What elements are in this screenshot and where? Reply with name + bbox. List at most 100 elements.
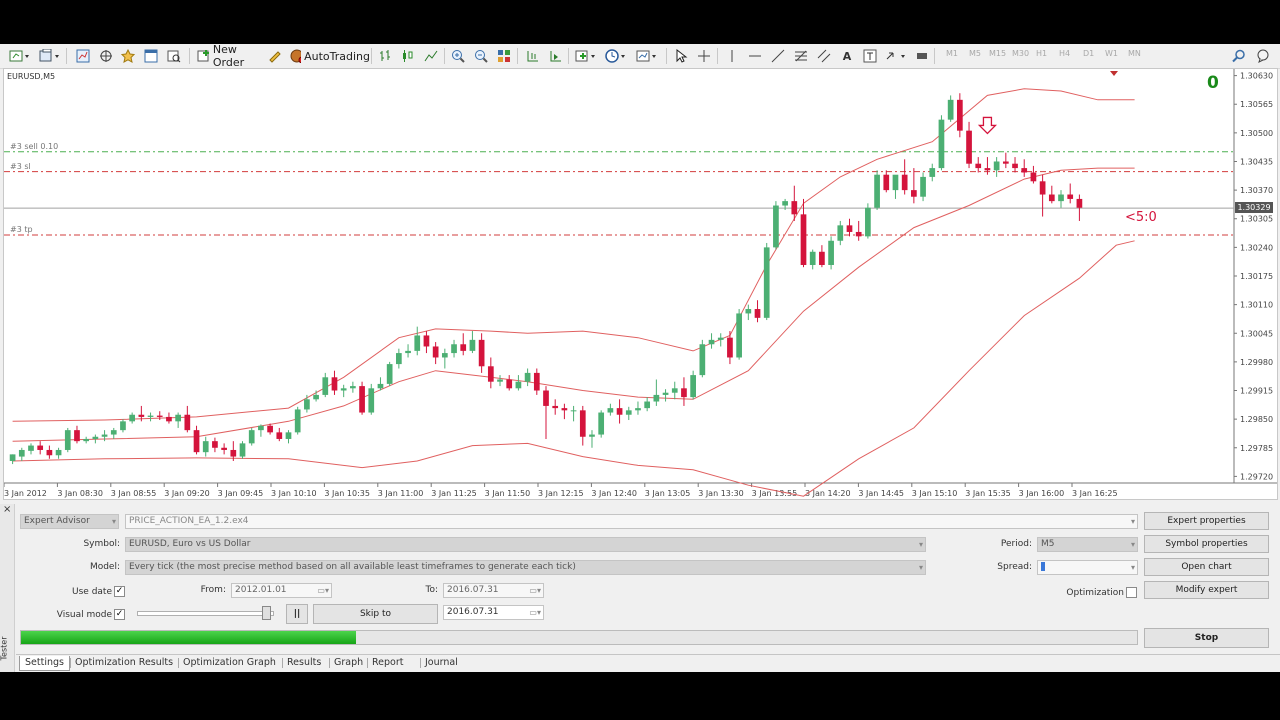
timeframe-d1[interactable]: D1 [1083, 49, 1094, 58]
tab-optimization-results[interactable]: Optimization Results [75, 656, 173, 670]
metaeditor-icon[interactable] [267, 47, 283, 65]
timeframe-h4[interactable]: H4 [1059, 49, 1070, 58]
candlestick-icon[interactable] [400, 47, 416, 65]
to-date-field[interactable]: 2016.07.31 ▭▾ [443, 583, 544, 598]
tab-results[interactable]: Results [287, 656, 321, 670]
slider-handle[interactable] [262, 606, 271, 620]
autotrading-button[interactable]: AutoTrading [288, 47, 370, 65]
candle-body [671, 388, 678, 393]
optimization-checkbox[interactable] [1126, 587, 1137, 598]
timeframe-m1[interactable]: M1 [946, 49, 958, 58]
tester-type-select[interactable]: Expert Advisor ▾ [20, 514, 119, 529]
zoom-out-icon[interactable] [473, 47, 489, 65]
chat-icon[interactable] [1256, 47, 1270, 65]
channel-icon[interactable] [816, 47, 832, 65]
arrows-icon[interactable] [884, 47, 910, 65]
bar-chart-icon[interactable] [377, 47, 393, 65]
templates-icon[interactable] [635, 47, 661, 65]
candle-body [681, 388, 687, 398]
new-chart-icon[interactable] [8, 47, 32, 65]
indicators-icon[interactable] [574, 47, 600, 65]
expert-file-select[interactable]: PRICE_ACTION_EA_1.2.ex4 ▾ [125, 514, 1138, 529]
price-tick-label: 1.29720 [1240, 472, 1273, 481]
auto-scroll-icon[interactable] [547, 47, 563, 65]
close-icon[interactable]: × [3, 504, 11, 515]
periods-icon[interactable] [604, 47, 630, 65]
visual-mode-checkbox[interactable]: ✓ [114, 609, 125, 620]
candle-body [911, 190, 917, 197]
time-tick-label: 3 Jan 16:25 [1072, 489, 1118, 498]
open-chart-button[interactable]: Open chart [1144, 558, 1269, 576]
timeframe-m15[interactable]: M15 [989, 49, 1006, 58]
timeframe-mn[interactable]: MN [1128, 49, 1141, 58]
candle-body [1021, 168, 1028, 173]
price-tick-label: 1.30500 [1240, 129, 1273, 138]
candle-body [423, 335, 430, 347]
tab-settings[interactable]: Settings [19, 656, 70, 671]
candle-body [598, 412, 605, 435]
timeframe-w1[interactable]: W1 [1105, 49, 1118, 58]
period-select[interactable]: M5 ▾ [1037, 537, 1138, 552]
tab-journal[interactable]: Journal [425, 656, 458, 670]
candle-body [304, 399, 310, 410]
model-select[interactable]: Every tick (the most precise method base… [125, 560, 926, 575]
to-label: To: [425, 585, 438, 595]
use-date-checkbox[interactable]: ✓ [114, 586, 125, 597]
candle-body [635, 408, 641, 411]
market-watch-icon[interactable] [75, 47, 91, 65]
visual-speed-slider[interactable] [137, 611, 274, 616]
navigator-icon[interactable] [98, 47, 114, 65]
candle-body [55, 449, 62, 456]
candle-body [552, 405, 559, 409]
chevron-down-icon: ▾ [1130, 540, 1135, 549]
candle-body [846, 225, 853, 232]
price-chart[interactable]: 1.30630 1.30565 1.30500 1.30435 1.30370 1.303… [3, 68, 1278, 500]
timeframe-m5[interactable]: M5 [969, 49, 981, 58]
new-order-button[interactable]: New Order [195, 44, 267, 69]
vertical-line-icon[interactable] [724, 47, 740, 65]
strategy-tester-icon[interactable] [166, 47, 182, 65]
chart-shift-icon[interactable] [524, 47, 540, 65]
zoom-in-icon[interactable] [450, 47, 466, 65]
tab-optimization-graph[interactable]: Optimization Graph [183, 656, 276, 670]
chart-symbol: EURUSD,M5 [7, 72, 56, 81]
profiles-icon[interactable] [38, 47, 62, 65]
modify-expert-button[interactable]: Modify expert [1144, 581, 1269, 599]
symbol-properties-button[interactable]: Symbol properties [1144, 535, 1269, 553]
search-icon[interactable] [1232, 47, 1246, 65]
period-value: M5 [1041, 539, 1055, 549]
spread-select[interactable]: ▾ [1037, 560, 1138, 575]
timeframe-m30[interactable]: M30 [1012, 49, 1029, 58]
candle-body [773, 205, 779, 248]
pause-button[interactable]: || [286, 604, 308, 624]
tester-side-title: Tester [0, 636, 9, 661]
symbol-select[interactable]: EURUSD, Euro vs US Dollar ▾ [125, 537, 926, 552]
stop-button[interactable]: Stop [1144, 628, 1269, 648]
crosshair-icon[interactable] [696, 47, 712, 65]
favorites-icon[interactable] [120, 47, 136, 65]
trendline-icon[interactable] [770, 47, 786, 65]
terminal-icon[interactable] [143, 47, 159, 65]
expert-properties-button[interactable]: Expert properties [1144, 512, 1269, 530]
calendar-icon: ▭▾ [529, 586, 541, 595]
horizontal-line-icon[interactable] [747, 47, 763, 65]
candle-body [258, 425, 264, 431]
shapes-icon[interactable] [914, 47, 930, 65]
text-tool-icon[interactable]: A [839, 47, 855, 65]
candle-body [451, 344, 457, 354]
text-label-icon[interactable] [862, 47, 878, 65]
from-date-field[interactable]: 2012.01.01 ▭▾ [231, 583, 332, 598]
tab-graph[interactable]: Graph [334, 656, 363, 670]
bid-price-box: 1.30329 [1235, 202, 1273, 214]
cursor-icon[interactable] [673, 47, 689, 65]
fibonacci-icon[interactable] [793, 47, 809, 65]
skip-to-date-field[interactable]: 2016.07.31 ▭▾ [443, 605, 544, 620]
candle-body [855, 231, 862, 237]
tab-report[interactable]: Report [372, 656, 404, 670]
line-chart-icon[interactable] [423, 47, 439, 65]
skip-to-button[interactable]: Skip to [313, 604, 438, 624]
tile-windows-icon[interactable] [496, 47, 512, 65]
timeframe-h1[interactable]: H1 [1036, 49, 1047, 58]
candle-body [276, 432, 283, 439]
candle-body [625, 410, 632, 415]
